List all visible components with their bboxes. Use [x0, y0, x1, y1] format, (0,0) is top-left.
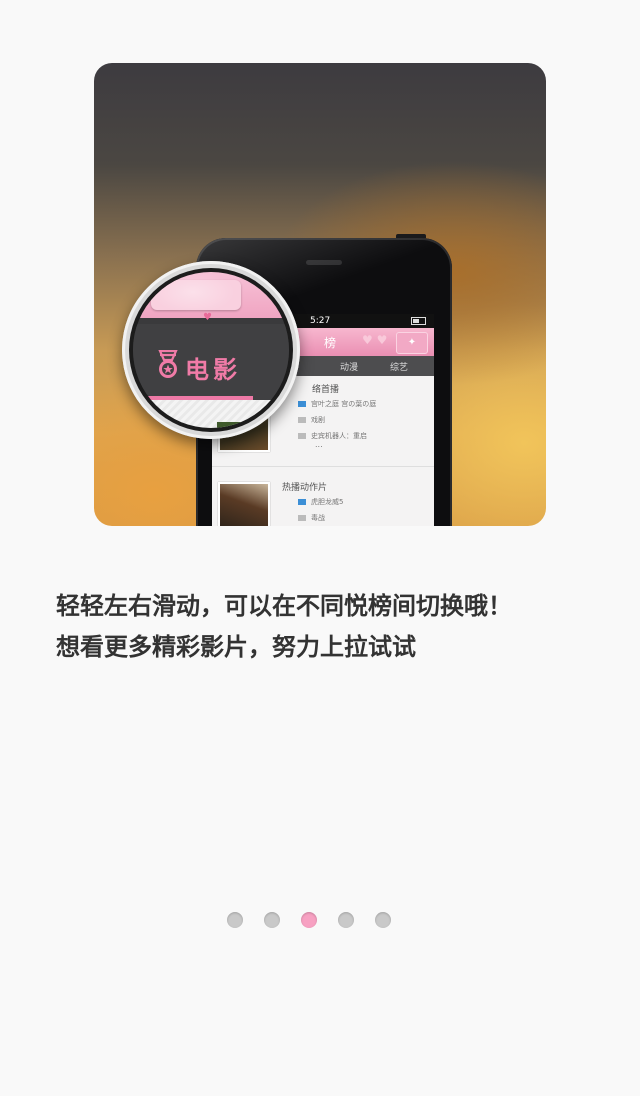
list-item: 毒战 [298, 513, 325, 523]
section-title: 络首播 [312, 385, 340, 395]
lens-shine [133, 272, 289, 428]
page-dot[interactable] [375, 912, 391, 928]
page-dot[interactable] [227, 912, 243, 928]
list-section-action: 热播动作片 虎胆龙威5 毒战 [212, 474, 434, 526]
list-item: 宫叶之庭 宫の葉の庭 [298, 399, 376, 409]
more-indicator: ... [315, 440, 323, 449]
list-item: 戏剧 [298, 415, 325, 425]
rank-icon [298, 417, 306, 423]
rank-icon [298, 401, 306, 407]
status-time: 5:27 [310, 316, 331, 326]
share-icon: ✦ [396, 332, 428, 354]
hearts-icon: ♥ ♥ [362, 333, 388, 347]
app-title: 榜 [324, 336, 337, 350]
magnifier: ♥ 电影 [122, 261, 300, 439]
battery-icon [411, 317, 426, 325]
list-item: 史宾机器人：重启 [298, 431, 367, 441]
page-dot[interactable] [338, 912, 354, 928]
tab-anime: 动漫 [340, 363, 359, 373]
caption-line-2: 想看更多精彩影片，努力上拉试试 [56, 633, 416, 661]
rank-icon [298, 433, 306, 439]
hero-illustration: 5:27 榜 ♥ ♥ ✦ 动漫 综艺 络首播 宫叶之庭 宫の葉の庭 戏剧 史宾机… [94, 63, 546, 526]
rank-icon [298, 515, 306, 521]
page-dot-active[interactable] [301, 912, 317, 928]
rank-icon [298, 499, 306, 505]
caption-line-1: 轻轻左右滑动，可以在不同悦榜间切换哦！ [56, 592, 512, 620]
poster-thumbnail [218, 482, 270, 526]
page-dot[interactable] [264, 912, 280, 928]
section-title: 热播动作片 [282, 483, 328, 493]
guide-caption: 轻轻左右滑动，可以在不同悦榜间切换哦！ 想看更多精彩影片，努力上拉试试 [56, 586, 596, 668]
list-item: 虎胆龙威5 [298, 497, 343, 507]
tab-variety: 综艺 [390, 363, 409, 373]
